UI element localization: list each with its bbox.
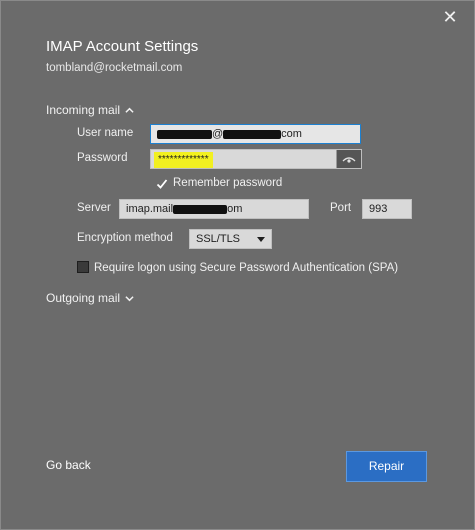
show-password-button[interactable] xyxy=(336,150,361,168)
encryption-dropdown[interactable]: SSL/TLS xyxy=(189,229,272,249)
spa-label: Require logon using Secure Password Auth… xyxy=(94,262,399,274)
dialog-title: IMAP Account Settings xyxy=(46,38,199,55)
password-field[interactable]: ************* xyxy=(150,149,362,169)
encryption-label: Encryption method xyxy=(77,232,173,244)
server-label: Server xyxy=(77,202,111,214)
server-prefix: imap.mail xyxy=(126,203,174,215)
repair-button[interactable]: Repair xyxy=(346,451,427,482)
server-field[interactable]: imap.mail om xyxy=(119,199,309,219)
redacted-server xyxy=(173,204,228,214)
incoming-mail-toggle[interactable]: Incoming mail xyxy=(46,103,134,117)
checkmark-icon xyxy=(156,179,168,189)
eye-icon xyxy=(342,156,356,163)
spa-checkbox[interactable] xyxy=(77,261,89,273)
close-button[interactable]: ✕ xyxy=(439,6,461,28)
port-field[interactable]: 993 xyxy=(362,199,412,219)
chevron-up-icon xyxy=(125,107,134,113)
remember-password-label: Remember password xyxy=(173,177,283,189)
incoming-mail-label: Incoming mail xyxy=(46,103,121,117)
outgoing-mail-label: Outgoing mail xyxy=(46,291,121,305)
username-field[interactable]: @ com xyxy=(150,124,361,144)
go-back-link[interactable]: Go back xyxy=(46,458,91,472)
redacted-username xyxy=(157,129,212,139)
username-label: User name xyxy=(77,127,134,139)
password-label: Password xyxy=(77,152,128,164)
username-suffix: com xyxy=(281,128,302,140)
outgoing-mail-toggle[interactable]: Outgoing mail xyxy=(46,291,134,305)
chevron-down-icon xyxy=(125,295,134,301)
encryption-value: SSL/TLS xyxy=(196,233,241,245)
server-suffix: om xyxy=(227,203,243,215)
chevron-down-icon xyxy=(257,237,265,242)
account-email: tombland@rocketmail.com xyxy=(46,62,183,74)
redacted-domain xyxy=(223,129,282,139)
port-label: Port xyxy=(330,202,352,214)
username-at: @ xyxy=(212,128,224,140)
password-mask: ************* xyxy=(154,152,213,168)
remember-password-checkbox[interactable] xyxy=(156,177,168,189)
close-icon: ✕ xyxy=(442,7,458,27)
